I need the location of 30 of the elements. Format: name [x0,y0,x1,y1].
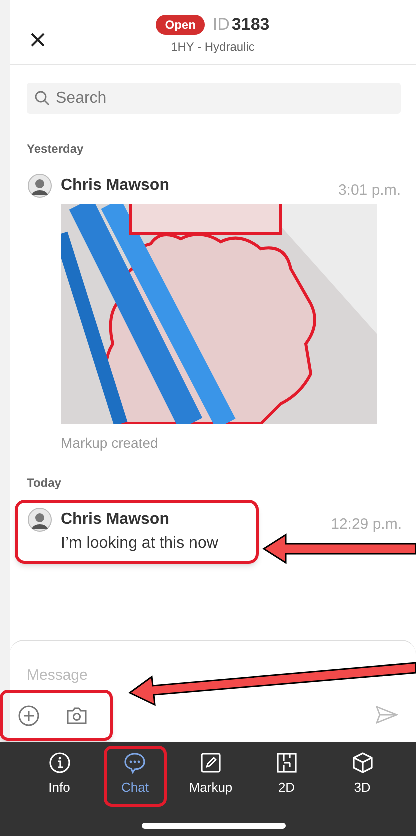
message-caption: Markup created [61,434,160,453]
pencil-square-icon [200,752,222,774]
tab[interactable]: Markup [180,746,242,806]
search-field[interactable]: Search [27,83,401,114]
avatar-icon [28,508,52,532]
tab[interactable]: 3D [331,746,394,806]
chat-bubble-icon [124,752,146,774]
tab[interactable]: Chat [104,746,167,806]
author-name: Chris Mawson [61,510,170,530]
tab[interactable]: Info [28,746,91,806]
message-time: 3:01 p.m. [338,181,401,201]
avatar-icon [28,174,52,198]
day-label: Today [27,475,62,492]
status-badge: Open [156,15,205,35]
search-icon [35,91,50,106]
day-label: Yesterday [27,141,85,158]
add-icon[interactable] [18,704,40,726]
id-label: ID [212,14,230,36]
subtitle: 1HY - Hydraulic [171,38,255,56]
id-number: 3183 [232,14,270,36]
info-icon [48,752,70,774]
close-icon[interactable] [31,33,45,47]
cube-icon [352,752,374,774]
camera-icon[interactable] [66,706,88,724]
floor-plan-icon [276,752,298,774]
message-text: I’m looking at this now [61,534,220,554]
message-time: 12:29 p.m. [331,515,402,535]
tab[interactable]: 2D [255,746,318,806]
message-field[interactable]: Message [27,665,117,688]
author-name: Chris Mawson [61,176,170,196]
